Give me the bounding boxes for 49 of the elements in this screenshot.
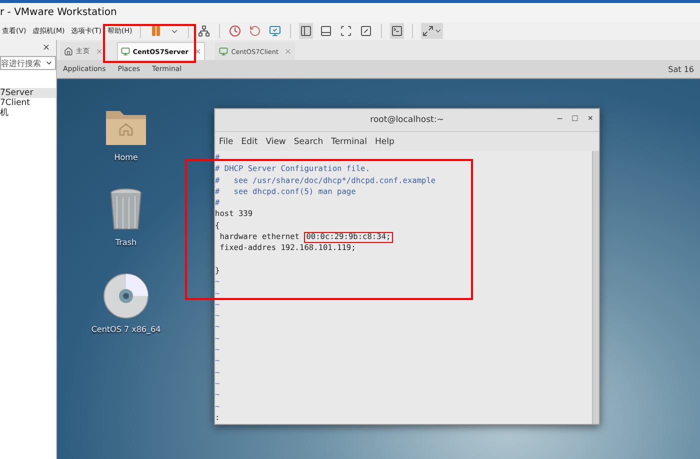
desktop-icon-label: Home — [114, 153, 138, 162]
snapshot-manager-button[interactable] — [268, 23, 282, 39]
terminal-menu-item[interactable]: Search — [294, 136, 324, 146]
pause-icon — [150, 25, 162, 37]
fullscreen-icon — [340, 25, 352, 37]
desktop-icon-label: CentOS 7 x86_64 — [91, 325, 161, 334]
panel-bottom-icon — [320, 25, 332, 37]
window-control[interactable]: – — [557, 113, 562, 123]
desktop-icon-label: Trash — [115, 238, 137, 247]
unity-button[interactable] — [359, 23, 374, 39]
vm-icon — [219, 47, 228, 56]
expand-icon — [422, 25, 434, 37]
disc-icon[interactable] — [102, 273, 149, 319]
stretch-button[interactable] — [421, 23, 444, 39]
window-title: r - VMware Workstation — [0, 7, 117, 18]
bottom-panel-button[interactable] — [319, 23, 334, 39]
search-field[interactable]: 容进行搜索 — [0, 56, 56, 70]
snapshot-button[interactable] — [228, 23, 242, 39]
scrollbar[interactable] — [592, 151, 599, 424]
dropdown-caret-icon[interactable] — [45, 59, 53, 67]
network-button[interactable] — [197, 23, 212, 39]
monitor-icon — [269, 25, 282, 37]
console-button[interactable] — [390, 23, 404, 39]
terminal-menu-item[interactable]: Terminal — [331, 136, 367, 146]
trash-can-icon[interactable] — [109, 188, 143, 232]
window-control[interactable]: × — [588, 113, 593, 123]
panel-left-icon — [300, 25, 312, 37]
revert-icon — [249, 25, 262, 37]
library-item[interactable]: 7Client — [0, 98, 56, 108]
terminal-title: root@localhost:~ — [370, 115, 444, 125]
fullscreen-button[interactable] — [339, 23, 354, 39]
caret-icon — [434, 27, 442, 35]
terminal-menu-item[interactable]: Edit — [241, 136, 258, 146]
terminal-icon — [391, 25, 404, 37]
sidebar-view-button[interactable] — [299, 23, 314, 39]
terminal-menu-item[interactable]: View — [266, 136, 286, 146]
slashed-square-icon — [360, 25, 372, 37]
revert-button[interactable] — [248, 23, 262, 39]
library-item[interactable]: 7Server — [0, 88, 56, 98]
vm-icon — [120, 47, 130, 56]
clock-icon — [229, 25, 242, 37]
network-icon — [198, 25, 210, 37]
terminal-menu-item[interactable]: File — [219, 136, 234, 146]
window-control[interactable]: □ — [572, 113, 578, 123]
clock: Sat 16 — [668, 64, 694, 74]
library-item[interactable]: 机 — [0, 108, 56, 118]
close-icon[interactable]: × — [42, 43, 50, 53]
home-icon — [64, 47, 73, 56]
terminal-menu-item[interactable]: Help — [375, 136, 394, 146]
